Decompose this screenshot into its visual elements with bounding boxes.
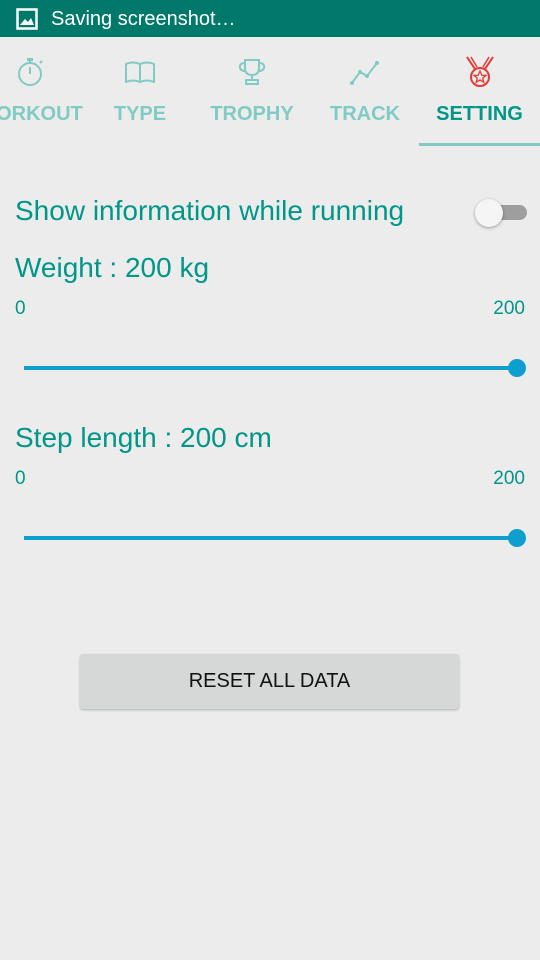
- show-info-row: Show information while running: [15, 192, 527, 232]
- slider-thumb[interactable]: [508, 529, 526, 547]
- chart-line-icon: [350, 61, 379, 85]
- weight-label: Weight : 200 kg: [15, 252, 210, 283]
- slider-fill: [24, 366, 517, 370]
- slider-fill: [24, 536, 517, 540]
- toggle-thumb: [475, 199, 503, 227]
- reset-all-data-button[interactable]: RESET ALL DATA: [80, 654, 459, 709]
- weight-max-label: 200: [493, 298, 525, 319]
- tab-setting[interactable]: SETTING: [419, 37, 540, 146]
- tab-label-type: TYPE: [113, 103, 167, 125]
- status-bar: Saving screenshot…: [0, 0, 540, 37]
- show-info-label: Show information while running: [15, 195, 405, 226]
- trophy-icon: [238, 59, 266, 85]
- step-length-max-label: 200: [493, 468, 525, 489]
- weight-min-label: 0: [15, 298, 26, 319]
- slider-thumb[interactable]: [508, 359, 526, 377]
- tab-bar: WORKOUT TYPE TROPHY TRACK: [0, 37, 540, 146]
- show-info-toggle[interactable]: [475, 199, 527, 227]
- tab-label-track: TRACK: [330, 103, 400, 125]
- step-length-min-label: 0: [15, 468, 26, 489]
- stopwatch-icon: [18, 58, 43, 86]
- screenshot-icon: [16, 8, 38, 30]
- tab-type[interactable]: TYPE: [85, 37, 195, 146]
- tab-trophy[interactable]: TROPHY: [196, 37, 308, 146]
- step-length-label: Step length : 200 cm: [15, 422, 272, 453]
- weight-slider[interactable]: [24, 353, 526, 383]
- step-length-slider[interactable]: [24, 523, 526, 553]
- medal-icon: [465, 56, 494, 87]
- tab-track[interactable]: TRACK: [310, 37, 420, 146]
- tab-label-trophy: TROPHY: [210, 103, 294, 125]
- status-text: Saving screenshot…: [51, 8, 236, 30]
- tab-label-setting: SETTING: [436, 103, 523, 125]
- active-tab-indicator: [419, 143, 540, 146]
- book-icon: [125, 61, 155, 83]
